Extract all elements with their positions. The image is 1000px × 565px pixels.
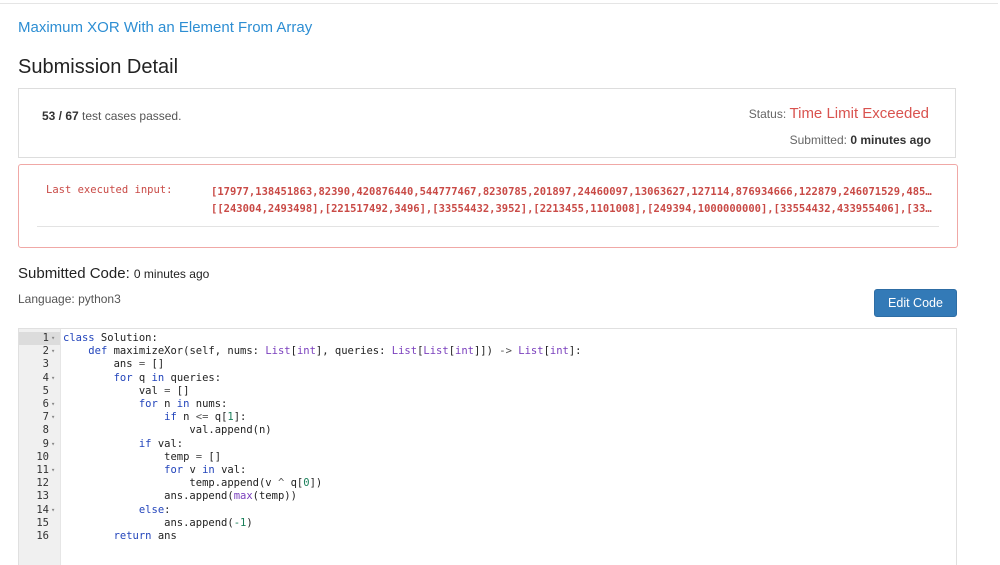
panel-divider [37, 226, 939, 227]
fold-arrow-icon[interactable]: ▾ [51, 464, 55, 477]
fold-arrow-icon[interactable]: ▾ [51, 345, 55, 358]
status-line: Status: Time Limit Exceeded [749, 105, 929, 122]
problem-title-link[interactable]: Maximum XOR With an Element From Array [18, 19, 312, 36]
code-text: ans.append(-1) [63, 516, 253, 529]
submitted-time: 0 minutes ago [850, 133, 931, 147]
submitted-code-heading: Submitted Code: 0 minutes ago [18, 265, 209, 282]
code-text: val.append(n) [63, 424, 272, 437]
line-number: 6 [42, 398, 49, 410]
code-text: val = [] [63, 384, 190, 397]
language-line: Language: python3 [18, 292, 121, 306]
language-label: Language: [18, 292, 75, 306]
line-number: 11 [36, 464, 49, 476]
line-number: 13 [36, 490, 49, 503]
line-number: 14 [36, 503, 49, 516]
fold-arrow-icon[interactable]: ▾ [51, 504, 55, 517]
line-number: 12 [36, 477, 49, 490]
submission-summary: 53 / 67 test cases passed. Status: Time … [18, 88, 956, 158]
last-input-label: Last executed input: [46, 184, 173, 196]
last-input-values: [17977,138451863,82390,420876440,5447774… [211, 184, 939, 218]
code-text: for q in queries: [113, 371, 222, 384]
submitted-code-title: Submitted Code: [18, 265, 130, 282]
code-text: temp.append(v ^ q[0]) [63, 477, 323, 490]
line-number: 4 [42, 371, 49, 384]
fold-arrow-icon[interactable]: ▾ [51, 372, 55, 385]
edit-code-button[interactable]: Edit Code [874, 289, 957, 317]
submitted-code-time: 0 minutes ago [133, 267, 210, 281]
line-number: 10 [36, 450, 49, 463]
code-text: if val: [138, 437, 184, 450]
code-editor[interactable]: 1 ▾ class Solution: 2 ▾ def maximizeXor(self… [18, 328, 957, 565]
submitted-label: Submitted: [789, 133, 847, 147]
code-text: def maximizeXor(self, nums: List[int], q… [88, 345, 582, 358]
line-number: 2 [42, 345, 49, 358]
test-cases-passed: 53 / 67 test cases passed. [42, 109, 181, 123]
passed-suffix: test cases passed. [82, 109, 182, 123]
status-label: Status: [748, 107, 787, 121]
line-number: 8 [42, 424, 49, 437]
fold-arrow-icon[interactable]: ▾ [51, 411, 55, 424]
top-divider [0, 3, 998, 4]
code-text: ans = [] [63, 358, 165, 371]
line-number: 7 [42, 411, 49, 424]
code-text: class Solution: [63, 332, 158, 344]
code-text: if n <= q[1]: [164, 411, 247, 424]
last-input-nums: [17977,138451863,82390,420876440,5447774… [211, 186, 932, 198]
line-number: 16 [36, 530, 49, 542]
line-number: 9 [42, 437, 49, 450]
line-number: 3 [42, 358, 49, 371]
page-title: Submission Detail [18, 56, 179, 78]
status-badge: Time Limit Exceeded [789, 105, 930, 122]
submitted-line: Submitted: 0 minutes ago [790, 133, 931, 147]
code-text: return ans [113, 530, 177, 542]
code-text: for v in val: [164, 464, 247, 476]
code-text: else: [138, 503, 171, 516]
line-number: 5 [42, 384, 49, 397]
passed-count: 53 / 67 [42, 109, 79, 123]
code-text: for n in nums: [138, 398, 228, 410]
last-input-queries: [[243004,2493498],[221517492,3496],[3355… [211, 203, 932, 215]
last-input-panel: Last executed input: [17977,138451863,82… [18, 164, 958, 248]
line-number: 1 [42, 332, 49, 344]
code-text: temp = [] [63, 450, 222, 463]
fold-arrow-icon[interactable]: ▾ [51, 438, 55, 451]
line-number: 15 [36, 516, 49, 529]
fold-arrow-icon[interactable]: ▾ [51, 332, 55, 345]
language-value: python3 [78, 292, 121, 306]
code-text: ans.append(max(temp)) [63, 490, 297, 503]
fold-arrow-icon[interactable]: ▾ [51, 398, 55, 411]
